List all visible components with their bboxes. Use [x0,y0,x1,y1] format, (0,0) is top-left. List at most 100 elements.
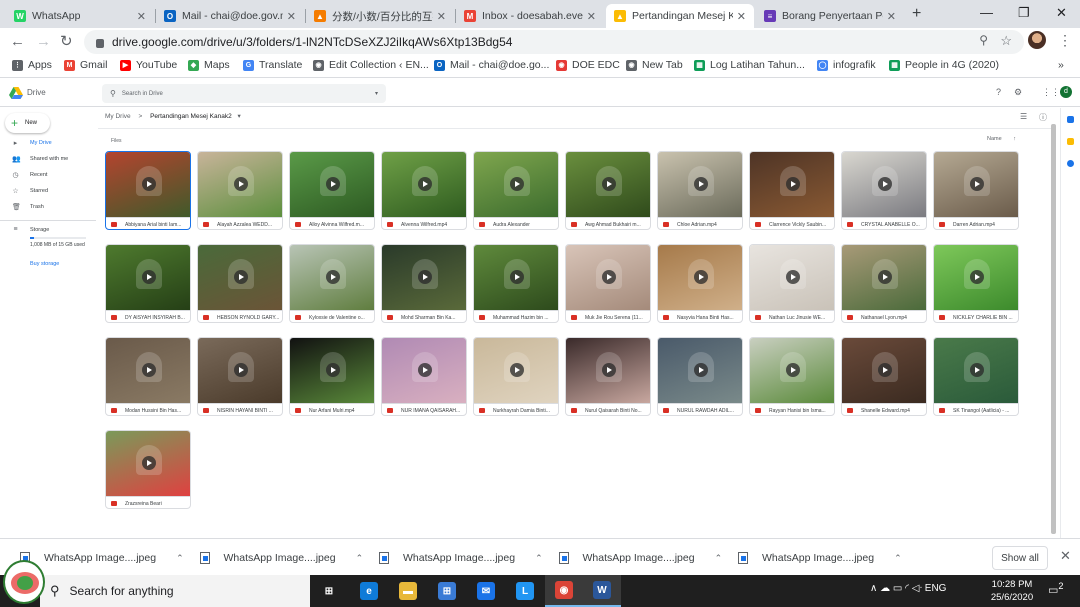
file-name[interactable]: DY AISYAH INSYIRAH B... [125,315,190,321]
bookmarks-overflow-icon[interactable]: » [1058,59,1064,71]
close-window-button[interactable]: ✕ [1056,4,1067,22]
video-thumbnail[interactable] [290,338,374,403]
play-icon[interactable] [326,270,340,284]
file-name[interactable]: SK Tinangol (Aatlicia) - ... [953,408,1018,414]
file-card[interactable]: Muhammad Hazim bin ... [473,244,559,323]
url-text[interactable]: drive.google.com/drive/u/3/folders/1-lN2… [112,35,512,49]
play-icon[interactable] [418,177,432,191]
list-view-icon[interactable]: ☰ [1020,112,1027,121]
taskbar-app-1[interactable]: e [350,575,388,607]
file-name[interactable]: Alayah Azzalea WEDD... [217,222,282,228]
file-card[interactable]: Muk Jie Rou Serena (11... [565,244,651,323]
play-icon[interactable] [878,177,892,191]
file-card[interactable]: Clarrence Vickly Saubin... [749,151,835,230]
file-card[interactable]: Alvenna Wilfred.mp4 [381,151,467,230]
back-icon[interactable]: ← [10,33,25,51]
file-card[interactable]: Nasyvia Hana Binti Has... [657,244,743,323]
file-name[interactable]: NUR IMANA QAISARAH... [401,408,466,414]
video-thumbnail[interactable] [290,152,374,217]
tab-close-icon[interactable]: ✕ [737,10,746,23]
video-thumbnail[interactable] [658,338,742,403]
play-icon[interactable] [142,363,156,377]
file-card[interactable]: Modan Hussini Bin Has... [105,337,191,416]
play-icon[interactable] [970,363,984,377]
video-thumbnail[interactable] [934,245,1018,310]
file-card[interactable]: Zrazsreina Beari [105,430,191,509]
tab-3[interactable]: M Inbox - doesabah.event ✕ [456,4,604,28]
file-name[interactable]: Mohd Sharman Bin Ka... [401,315,466,321]
video-thumbnail[interactable] [474,245,558,310]
file-card[interactable]: Audra Alexander [473,151,559,230]
video-thumbnail[interactable] [750,152,834,217]
settings-gear-icon[interactable]: ⚙ [1014,87,1022,98]
file-name[interactable]: Clarrence Vickly Saubin... [769,222,834,228]
file-name[interactable]: Nurkhayrah Damia Binti... [493,408,558,414]
file-name[interactable]: Shanelle Edward.mp4 [861,408,926,414]
bookmark-item[interactable]: ⋮ Apps [12,59,52,71]
new-tab-button[interactable]: + [912,4,921,24]
bookmark-item[interactable]: ◉ Edit Collection ‹ EN... [313,59,429,71]
file-card[interactable]: Abbiyana Arial binti Iam... [105,151,191,230]
file-card[interactable]: Nur Arfani Mulri.mp4 [289,337,375,416]
video-thumbnail[interactable] [842,338,926,403]
file-name[interactable]: Abbiyana Arial binti Iam... [125,222,190,228]
video-thumbnail[interactable] [934,338,1018,403]
omnibox[interactable]: drive.google.com/drive/u/3/folders/1-lN2… [84,30,1024,54]
tab-close-icon[interactable]: ✕ [587,10,596,23]
file-card[interactable]: Nathan Luc Jinusie WE... [749,244,835,323]
video-thumbnail[interactable] [106,431,190,496]
video-thumbnail[interactable] [198,245,282,310]
bookmark-item[interactable]: M Gmail [64,59,107,71]
file-card[interactable]: Shanelle Edward.mp4 [841,337,927,416]
file-card[interactable]: NICKLEY CHARLIE BIN ... [933,244,1019,323]
video-thumbnail[interactable] [106,245,190,310]
play-icon[interactable] [234,363,248,377]
video-thumbnail[interactable] [198,338,282,403]
play-icon[interactable] [418,270,432,284]
play-icon[interactable] [510,177,524,191]
taskbar-search[interactable]: ⚲ Search for anything [40,575,310,607]
video-thumbnail[interactable] [842,152,926,217]
video-thumbnail[interactable] [566,338,650,403]
file-card[interactable]: Awg Ahmad Bukhairi m... [565,151,651,230]
file-card[interactable]: Chloe Adrian.mp4 [657,151,743,230]
file-name[interactable]: Muhammad Hazim bin ... [493,315,558,321]
play-icon[interactable] [878,363,892,377]
video-thumbnail[interactable] [474,338,558,403]
file-name[interactable]: Kyloxsie de Valentine o... [309,315,374,321]
bookmark-star-icon[interactable]: ☆ [1000,33,1012,49]
file-card[interactable]: Nathanael Lyon.mp4 [841,244,927,323]
tab-close-icon[interactable]: ✕ [287,10,296,23]
play-icon[interactable] [694,363,708,377]
video-thumbnail[interactable] [382,152,466,217]
taskbar-app-3[interactable]: ⊞ [428,575,466,607]
download-item[interactable]: WhatsApp Image....jpeg ⌃ [379,549,543,567]
video-thumbnail[interactable] [566,152,650,217]
calendar-icon[interactable] [1067,116,1074,123]
file-card[interactable]: HEBSON RYNOLD GARY... [197,244,283,323]
play-icon[interactable] [786,177,800,191]
taskbar-app-0[interactable]: ⊞ [310,575,348,607]
account-avatar[interactable]: d [1060,86,1072,98]
file-card[interactable]: NISRIN HAYANI BINTI ... [197,337,283,416]
download-chevron-icon[interactable]: ⌃ [535,553,543,564]
tab-4[interactable]: ▲ Pertandingan Mesej Ka ✕ [606,4,754,28]
restore-button[interactable]: ❐ [1018,4,1030,22]
file-card[interactable]: NURUL RAWDAH ADIL... [657,337,743,416]
file-card[interactable]: Kyloxsie de Valentine o... [289,244,375,323]
tab-close-icon[interactable]: ✕ [887,10,896,23]
info-icon[interactable]: ⓘ [1039,112,1047,123]
play-icon[interactable] [418,363,432,377]
file-name[interactable]: Audra Alexander [493,222,558,228]
play-icon[interactable] [786,363,800,377]
download-chevron-icon[interactable]: ⌃ [894,553,902,564]
play-icon[interactable] [786,270,800,284]
bookmark-item[interactable]: ◉ New Tab [626,59,683,71]
file-name[interactable]: HEBSON RYNOLD GARY... [217,315,282,321]
play-icon[interactable] [602,363,616,377]
download-bar-close-icon[interactable]: ✕ [1060,548,1071,564]
sidebar-item-storage[interactable]: ≡ Storage [12,226,49,233]
video-thumbnail[interactable] [290,245,374,310]
apps-grid-icon[interactable]: ⋮⋮ [1042,87,1060,98]
sidebar-item-trash[interactable]: 🗑 Trash [12,203,44,211]
